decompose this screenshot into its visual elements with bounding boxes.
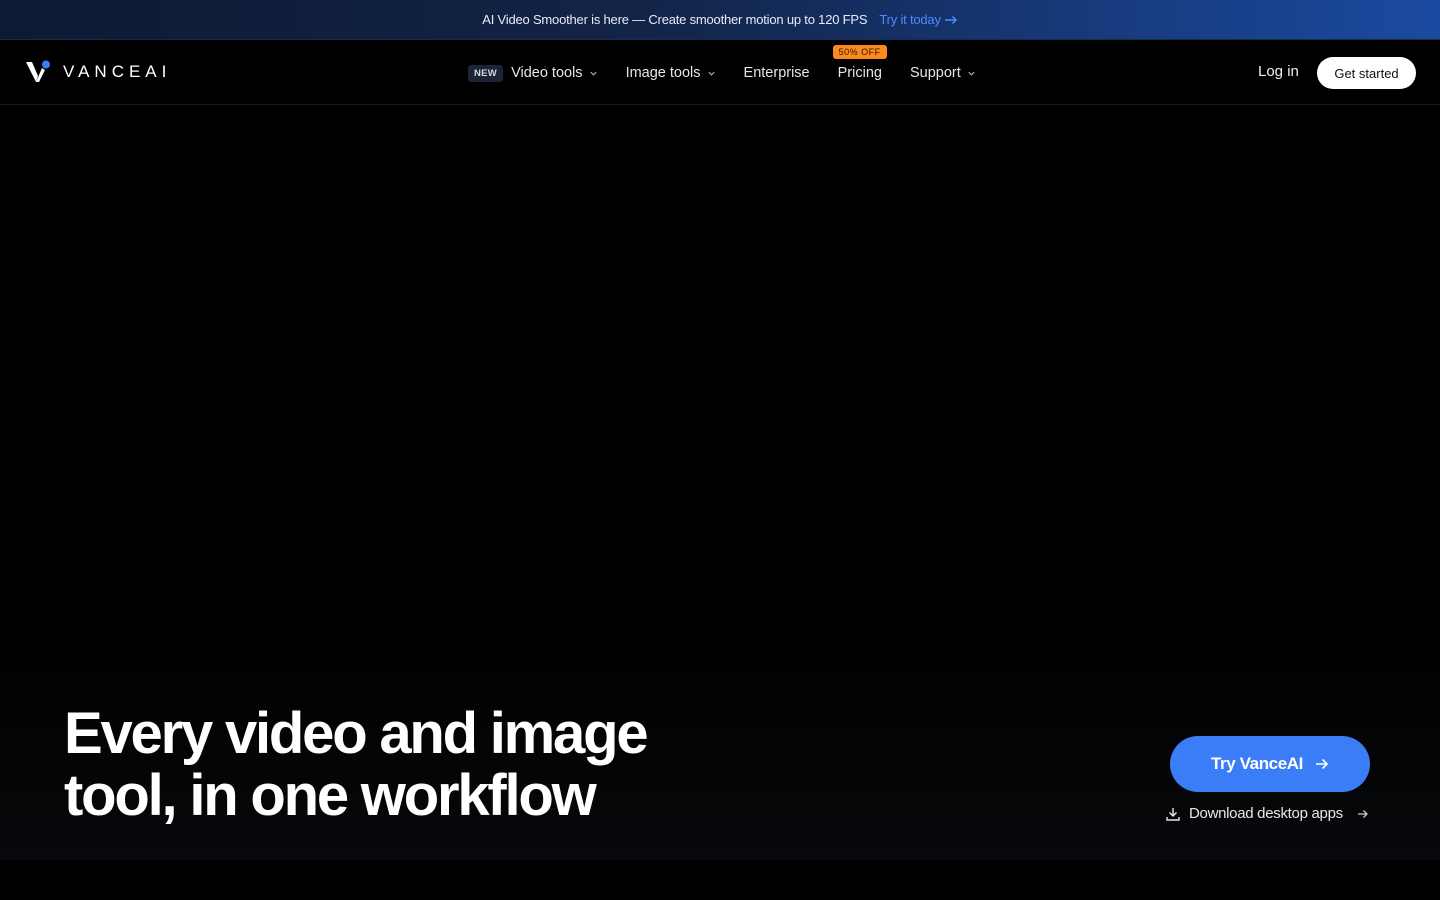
- hero-headline-line1: Every video and image: [64, 701, 649, 766]
- arrow-right-icon: [1316, 758, 1329, 770]
- page-bottom: [0, 860, 1440, 900]
- main-nav: NEW Video tools Image tools Enterprise 5…: [468, 41, 1004, 105]
- download-desktop-apps-link[interactable]: Download desktop apps: [1165, 805, 1369, 822]
- nav-support-label: Support: [909, 65, 961, 81]
- vanceai-logo-icon: [26, 60, 50, 82]
- hero-headline: Every video and image tool, in one workf…: [64, 703, 704, 827]
- nav-video-tools[interactable]: NEW Video tools: [468, 64, 598, 82]
- try-vanceai-button[interactable]: Try VanceAI: [1170, 736, 1370, 792]
- hero-headline-line2: tool, in one workflow: [64, 763, 597, 828]
- announcement-cta-label: Try it today: [879, 12, 941, 27]
- nav-enterprise[interactable]: Enterprise: [744, 65, 810, 81]
- chevron-down-icon: [589, 71, 597, 76]
- download-desktop-apps-label: Download desktop apps: [1189, 805, 1343, 822]
- nav-pricing-label: Pricing: [837, 65, 882, 81]
- nav-support[interactable]: Support: [910, 65, 976, 81]
- download-icon: [1166, 807, 1180, 821]
- try-vanceai-label: Try VanceAI: [1211, 754, 1303, 773]
- discount-badge: 50% OFF: [832, 45, 887, 59]
- nav-image-tools-label: Image tools: [625, 65, 701, 81]
- announcement-cta-link[interactable]: Try it today: [879, 12, 957, 27]
- site-header: VANCEAI NEW Video tools Image tools Ente…: [0, 41, 1440, 105]
- announcement-bar: AI Video Smoother is here — Create smoot…: [0, 0, 1440, 40]
- nav-image-tools[interactable]: Image tools: [626, 65, 716, 81]
- chevron-down-icon: [968, 71, 975, 76]
- announcement-message: AI Video Smoother is here — Create smoot…: [482, 12, 868, 27]
- chevron-down-icon: [707, 71, 715, 76]
- nav-video-tools-label: Video tools: [511, 65, 583, 81]
- hero-section: Every video and image tool, in one workf…: [0, 105, 1440, 860]
- arrow-right-icon: [944, 15, 957, 24]
- logo-wordmark: VANCEAI: [63, 62, 172, 81]
- login-link[interactable]: Log in: [1258, 63, 1299, 80]
- arrow-right-icon: [1357, 809, 1368, 818]
- get-started-button[interactable]: Get started: [1317, 57, 1416, 89]
- logo[interactable]: VANCEAI: [25, 60, 171, 84]
- new-badge: NEW: [468, 64, 504, 82]
- nav-pricing[interactable]: 50% OFF Pricing: [832, 45, 887, 81]
- nav-enterprise-label: Enterprise: [743, 65, 810, 81]
